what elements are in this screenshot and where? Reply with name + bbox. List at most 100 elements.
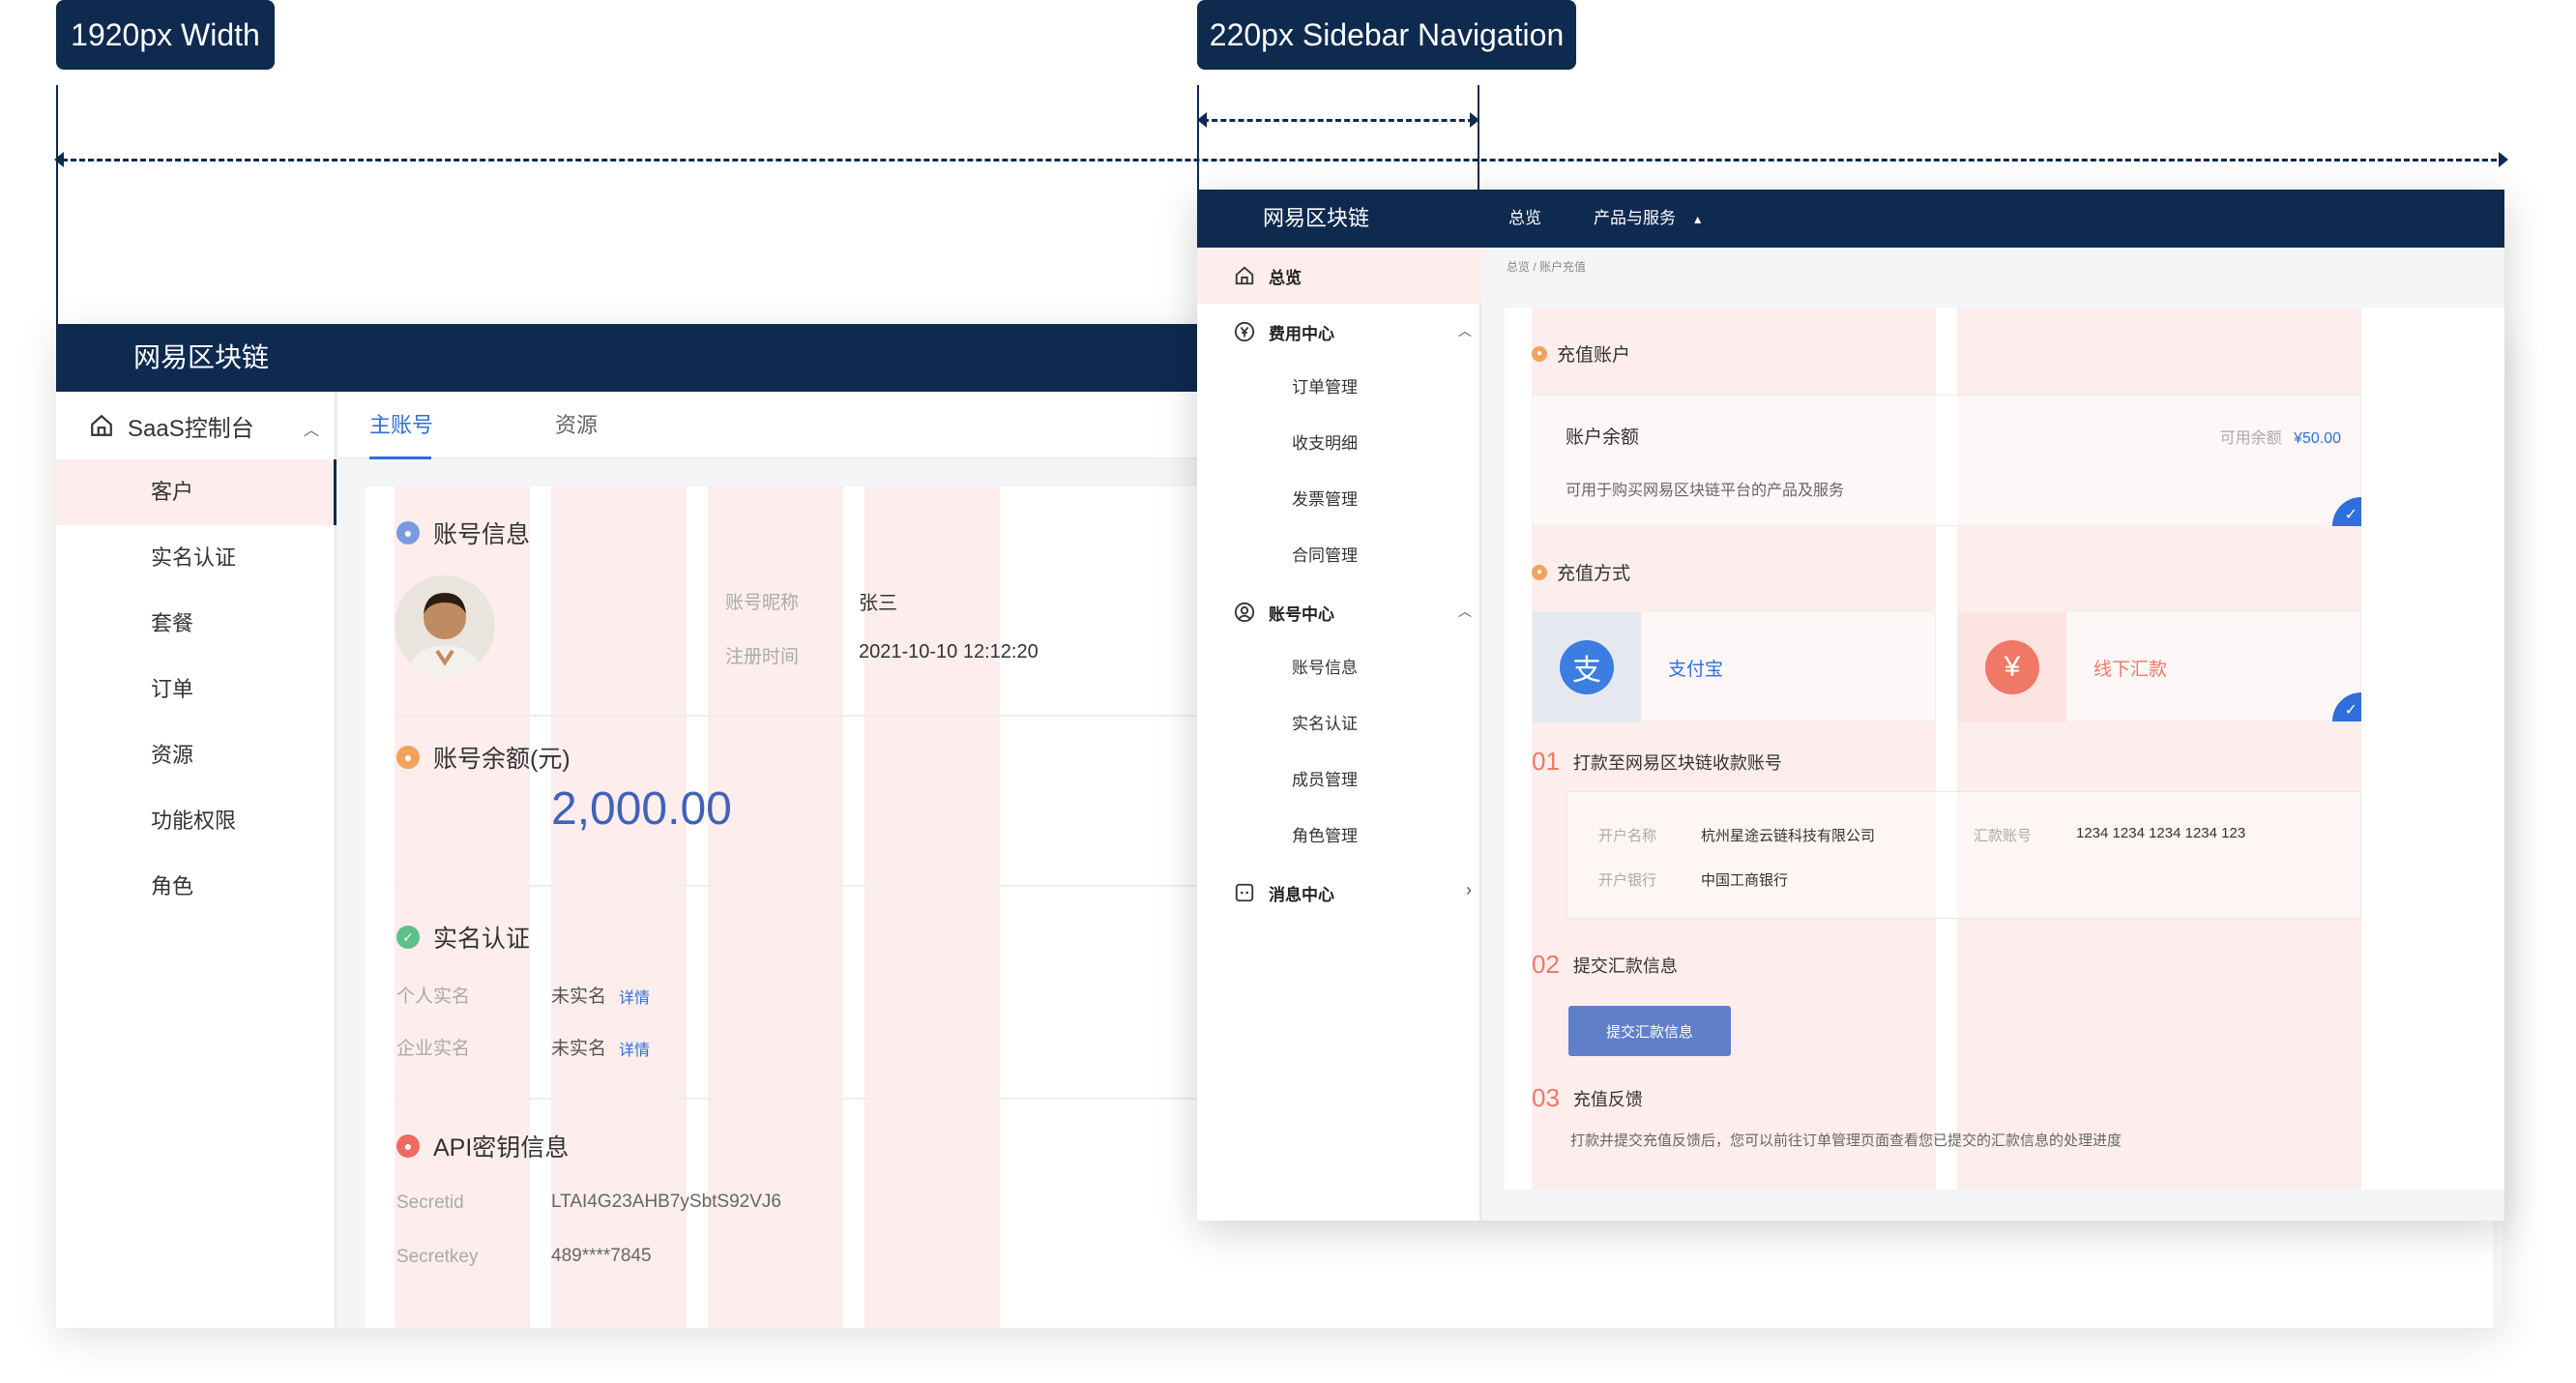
secretid-value: LTAI4G23AHB7ySbtS92VJ6 bbox=[551, 1192, 781, 1212]
sidebar-item-contracts[interactable]: 合同管理 bbox=[1197, 528, 1481, 584]
sidebar-annotation-label: 220px Sidebar Navigation bbox=[1209, 16, 1565, 52]
sidebar: 总览 费用中心 ︿ 订单管理 收支明细 发票管理 合同管理 账号中心 ︿ 账号信… bbox=[1197, 248, 1481, 1221]
dot-icon: ● bbox=[1532, 564, 1547, 580]
company-realname-detail-link[interactable]: 详情 bbox=[619, 1037, 650, 1060]
sidebar: SaaS控制台 ︿ 客户 实名认证 套餐 订单 资源 功能权限 角色 bbox=[56, 392, 337, 1328]
sidebar-item-plan[interactable]: 套餐 bbox=[56, 591, 337, 657]
sidebar-group-account[interactable]: 账号中心 ︿ bbox=[1197, 584, 1481, 640]
account-name-label: 开户名称 bbox=[1598, 828, 1657, 844]
sidebar-item-account-info[interactable]: 账号信息 bbox=[1197, 640, 1481, 696]
sidebar-item-customer[interactable]: 客户 bbox=[56, 459, 337, 525]
chevron-right-icon: › bbox=[1466, 880, 1472, 899]
tab-main-account[interactable]: 主账号 bbox=[369, 392, 433, 459]
register-time-label: 注册时间 bbox=[725, 647, 800, 667]
sidebar-item-realname[interactable]: 实名认证 bbox=[56, 525, 337, 591]
secretkey-label: Secretkey bbox=[396, 1247, 479, 1267]
step-2: 02 提交汇款信息 bbox=[1532, 950, 1678, 980]
api-key-title: ● API密钥信息 bbox=[396, 1129, 569, 1163]
message-icon bbox=[1235, 883, 1254, 902]
user-icon: ● bbox=[396, 521, 420, 544]
nav-products[interactable]: 产品与服务 ▲ bbox=[1594, 190, 1704, 249]
sidebar-item-overview-label: 总览 bbox=[1269, 268, 1302, 287]
balance-value: 2,000.00 bbox=[551, 783, 732, 835]
check-circle-icon: ✓ bbox=[396, 926, 420, 949]
nickname-label: 账号昵称 bbox=[725, 593, 800, 613]
company-realname-value: 未实名 bbox=[551, 1039, 607, 1059]
balance-title-text: 账号余额(元) bbox=[433, 746, 571, 773]
sidebar-group-billing[interactable]: 费用中心 ︿ bbox=[1197, 304, 1481, 360]
account-info-title-text: 账号信息 bbox=[433, 521, 531, 548]
wallet-icon: ● bbox=[396, 746, 420, 769]
width-arrow-right bbox=[2499, 152, 2508, 167]
bank-label: 开户银行 bbox=[1598, 872, 1657, 889]
caret-up-icon: ▲ bbox=[1691, 213, 1704, 226]
selected-check-icon: ✓ bbox=[2332, 692, 2361, 721]
width-annotation-label: 1920px Width bbox=[71, 16, 260, 52]
secretkey-value: 489****7845 bbox=[551, 1246, 652, 1266]
realname-title-text: 实名认证 bbox=[433, 926, 531, 953]
account-info-title: ● 账号信息 bbox=[396, 515, 530, 550]
sidebar-item-overview[interactable]: 总览 bbox=[1197, 248, 1481, 304]
recharge-card: ● 充值账户 账户余额 可用于购买网易区块链平台的产品及服务 可用余额 ¥50.… bbox=[1505, 308, 2504, 1190]
personal-realname-label: 个人实名 bbox=[396, 986, 471, 1007]
sidebar-item-resources[interactable]: 资源 bbox=[56, 722, 337, 788]
balance-box[interactable]: 账户余额 可用于购买网易区块链平台的产品及服务 可用余额 ¥50.00 ✓ bbox=[1532, 395, 2361, 526]
sidebar-arrow-left bbox=[1197, 112, 1207, 128]
home-icon bbox=[91, 414, 112, 436]
company-realname-label: 企业实名 bbox=[396, 1039, 471, 1059]
sidebar-left-guide bbox=[1197, 85, 1199, 191]
account-name-value: 杭州星途云链科技有限公司 bbox=[1701, 828, 1876, 844]
tab-resources[interactable]: 资源 bbox=[555, 392, 598, 459]
sidebar-item-members[interactable]: 成员管理 bbox=[1197, 752, 1481, 809]
width-dimension-line bbox=[62, 159, 2497, 162]
alipay-label: 支付宝 bbox=[1668, 660, 1724, 680]
brand-logo-text[interactable]: 网易区块链 bbox=[1263, 190, 1369, 248]
sidebar-item-transactions[interactable]: 收支明细 bbox=[1197, 416, 1481, 472]
submit-remittance-button[interactable]: 提交汇款信息 bbox=[1568, 1006, 1731, 1056]
sidebar-group-account-label: 账号中心 bbox=[1269, 604, 1334, 624]
tab-active-underline bbox=[369, 456, 431, 459]
balance-title: ● 账号余额(元) bbox=[396, 740, 571, 775]
step-1-number: 01 bbox=[1532, 747, 1560, 776]
balance-desc: 可用于购买网易区块链平台的产品及服务 bbox=[1566, 483, 1845, 499]
sidebar-header[interactable]: SaaS控制台 ︿ bbox=[56, 392, 337, 459]
sidebar-dimension-line bbox=[1203, 119, 1474, 122]
offline-transfer-option[interactable]: ¥ 线下汇款 ✓ bbox=[1957, 611, 2361, 722]
available-balance: 可用余额 ¥50.00 bbox=[2220, 425, 2341, 448]
width-left-guide bbox=[56, 85, 58, 325]
bank-info-box: 开户名称 杭州星途云链科技有限公司 汇款账号 1234 1234 1234 12… bbox=[1566, 791, 2361, 919]
sidebar-item-realname[interactable]: 实名认证 bbox=[1197, 696, 1481, 752]
offline-label: 线下汇款 bbox=[2093, 660, 2168, 680]
nav-products-label: 产品与服务 bbox=[1594, 209, 1676, 227]
chevron-up-icon: ︿ bbox=[1458, 323, 1472, 338]
personal-realname-detail-link[interactable]: 详情 bbox=[619, 985, 650, 1008]
sidebar-item-invoices[interactable]: 发票管理 bbox=[1197, 472, 1481, 528]
brand-logo-text[interactable]: 网易区块链 bbox=[133, 324, 269, 392]
sidebar-item-roles[interactable]: 角色管理 bbox=[1197, 809, 1481, 865]
personal-realname-value: 未实名 bbox=[551, 986, 607, 1007]
remit-account-label: 汇款账号 bbox=[1974, 828, 2033, 844]
sidebar-item-orders[interactable]: 订单 bbox=[56, 657, 337, 722]
balance-label: 账户余额 bbox=[1566, 427, 1640, 448]
available-label: 可用余额 bbox=[2219, 430, 2282, 447]
sidebar-group-messages[interactable]: 消息中心 › bbox=[1197, 865, 1481, 921]
nav-overview[interactable]: 总览 bbox=[1508, 190, 1541, 248]
nickname-value: 张三 bbox=[859, 593, 897, 614]
realname-title: ✓ 实名认证 bbox=[396, 920, 530, 955]
sidebar-item-roles[interactable]: 角色 bbox=[56, 854, 337, 920]
recharge-screen-front: 网易区块链 总览 产品与服务 ▲ 总览 费用中心 ︿ 订单管理 收支明细 发票管… bbox=[1197, 190, 2504, 1221]
breadcrumb: 总览 / 账户充值 bbox=[1507, 260, 1587, 274]
home-icon bbox=[1235, 266, 1254, 285]
user-circle-icon bbox=[1234, 602, 1255, 623]
dot-icon: ● bbox=[1532, 345, 1547, 362]
avatar bbox=[395, 575, 495, 676]
chevron-up-icon: ︿ bbox=[1458, 603, 1472, 619]
step-2-number: 02 bbox=[1532, 950, 1560, 979]
width-arrow-left bbox=[54, 152, 64, 167]
yen-circle-icon bbox=[1234, 321, 1255, 342]
sidebar-item-permissions[interactable]: 功能权限 bbox=[56, 788, 337, 854]
alipay-option[interactable]: 支 支付宝 bbox=[1532, 611, 1936, 722]
bank-value: 中国工商银行 bbox=[1701, 872, 1789, 889]
sidebar-item-order-management[interactable]: 订单管理 bbox=[1197, 360, 1481, 416]
sidebar-right-guide bbox=[1478, 85, 1479, 191]
